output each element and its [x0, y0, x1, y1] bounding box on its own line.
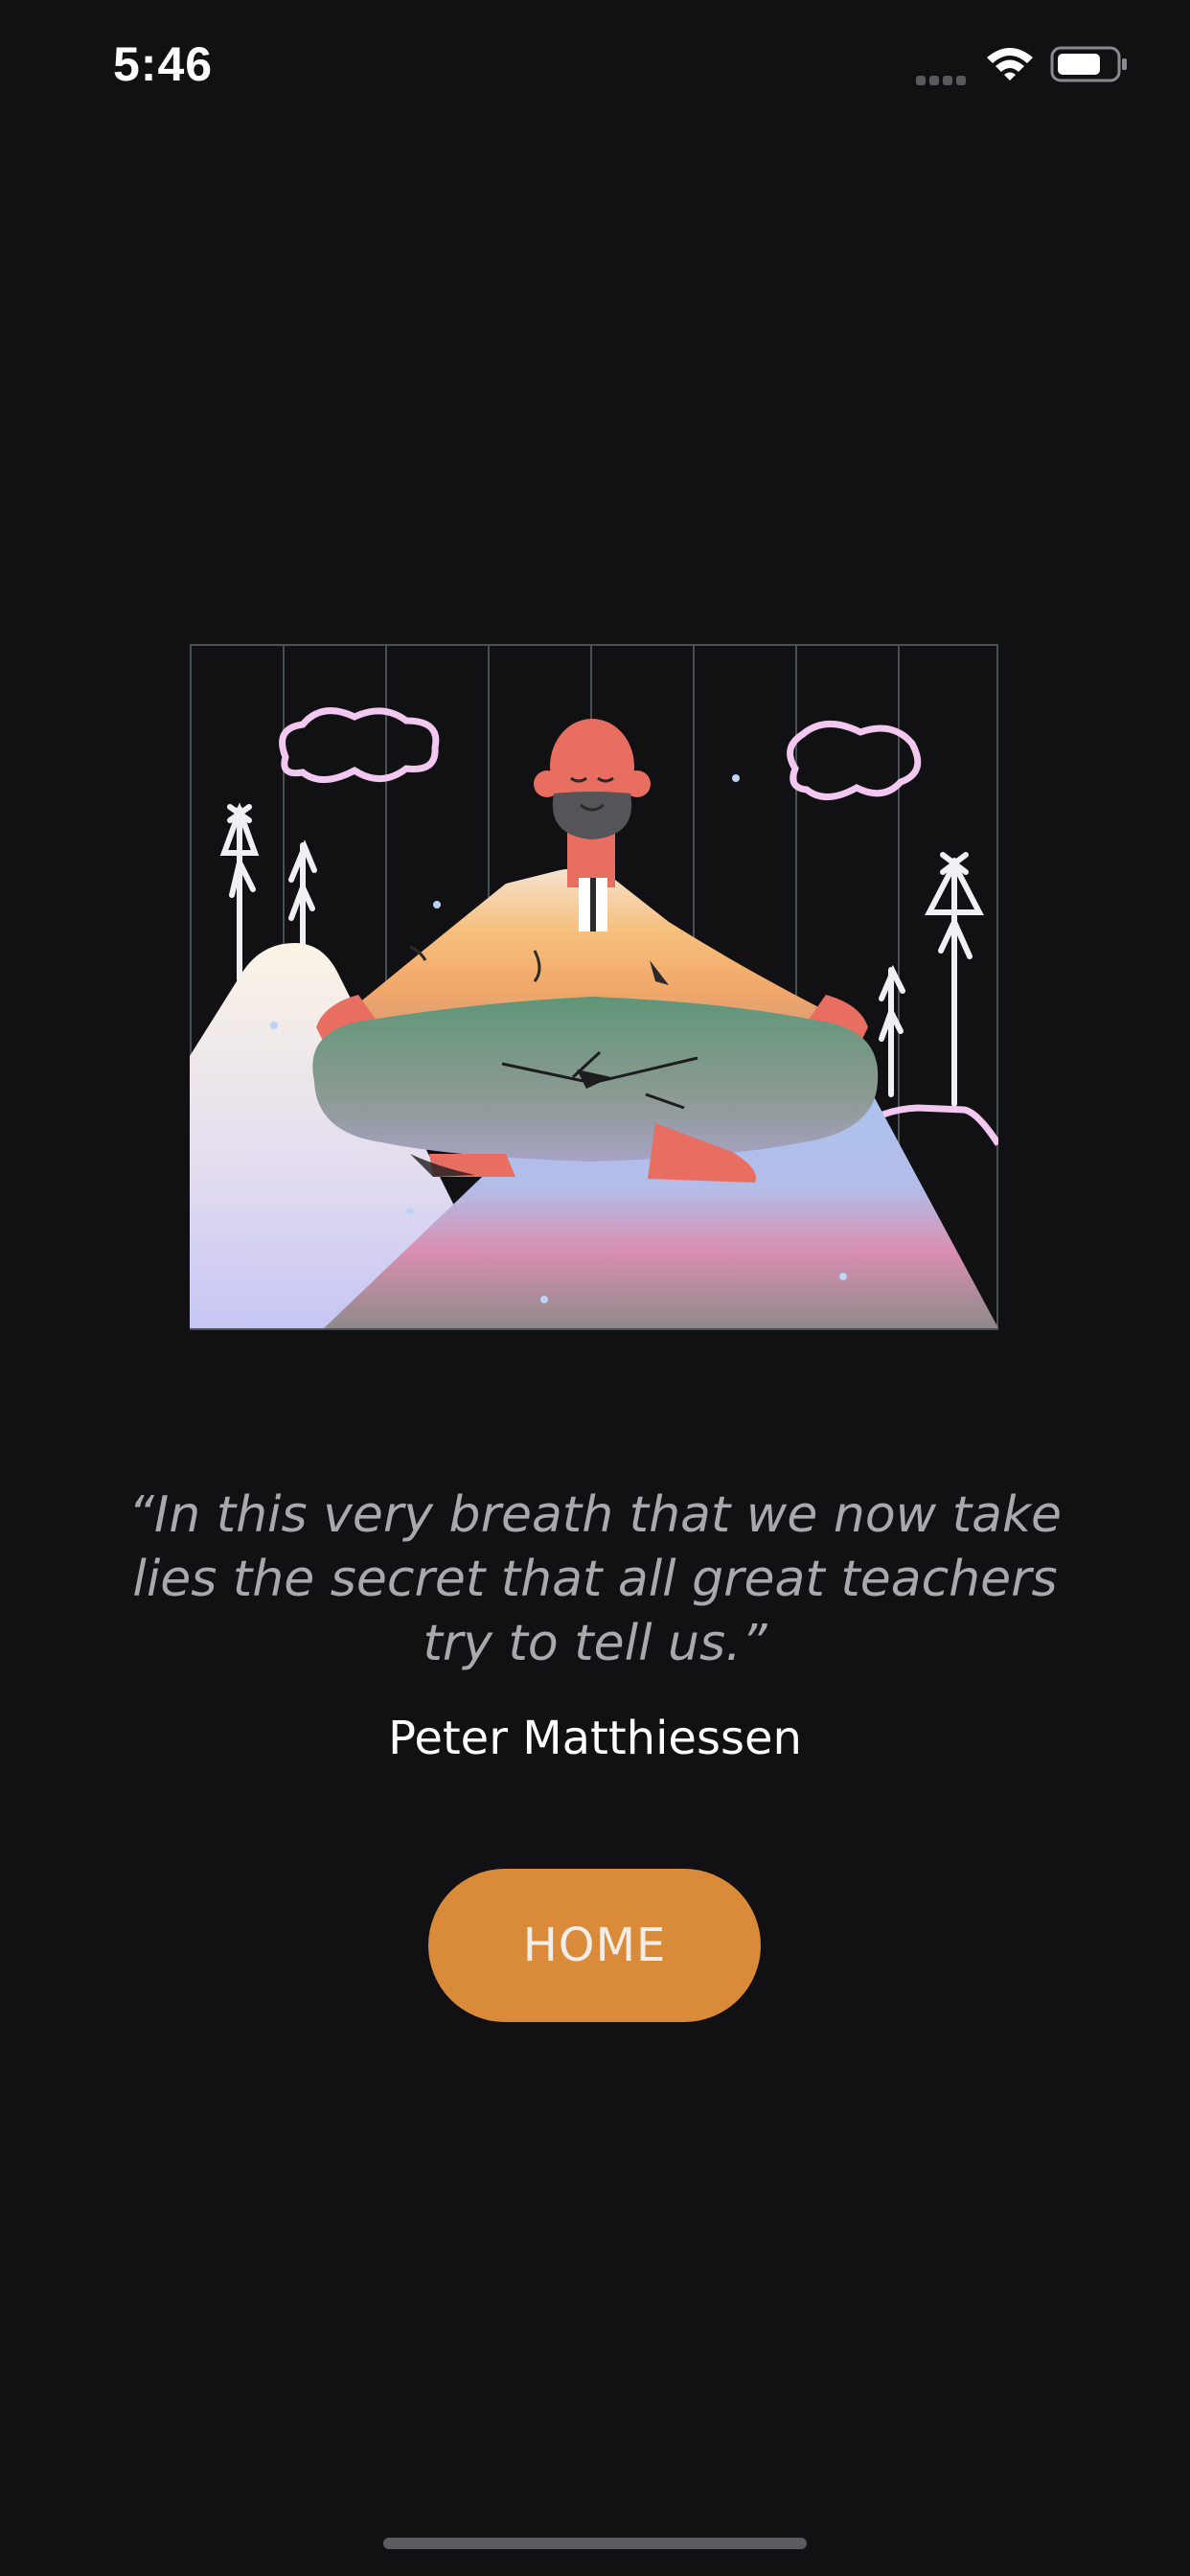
quote-author: Peter Matthiessen — [388, 1712, 802, 1765]
home-button[interactable]: HOME — [428, 1869, 761, 2022]
wifi-icon — [987, 48, 1033, 80]
home-indicator[interactable] — [383, 2538, 807, 2549]
quote-text: “In this very breath that we now take li… — [127, 1486, 1063, 1672]
meditation-illustration — [190, 644, 998, 1330]
cellular-signal-icon — [916, 71, 972, 85]
battery-icon — [1050, 46, 1127, 82]
status-time: 5:46 — [113, 37, 214, 91]
status-bar: 5:46 — [0, 0, 1190, 134]
